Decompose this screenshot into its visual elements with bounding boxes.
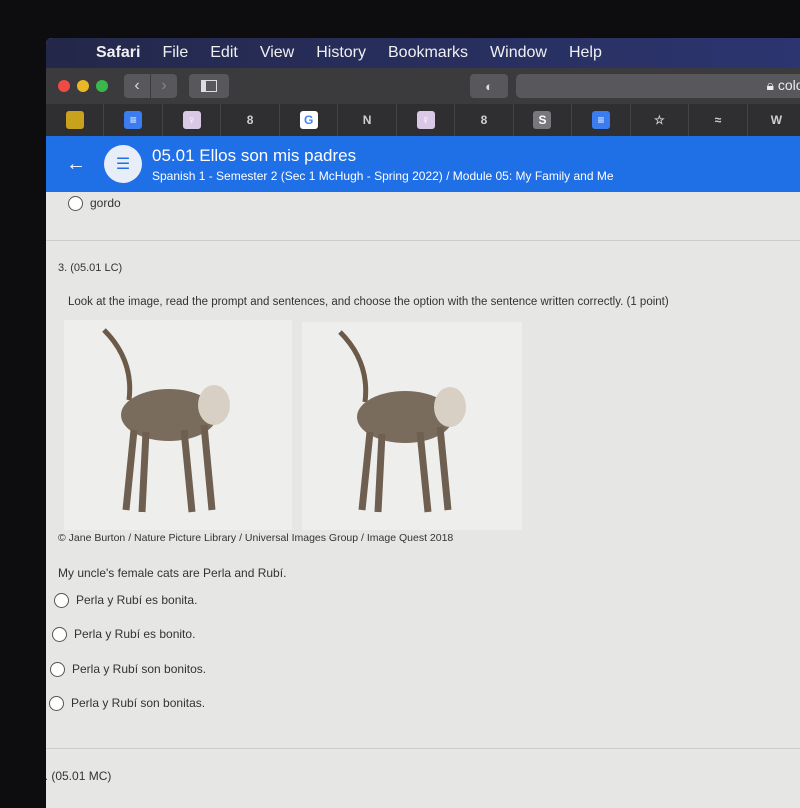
bookmark-google-icon[interactable]: G — [280, 104, 339, 136]
option-label: Perla y Rubí es bonita. — [76, 593, 198, 607]
radio-button[interactable] — [52, 627, 67, 643]
menu-file[interactable]: File — [162, 44, 188, 62]
lock-icon: 🔒︎ — [766, 77, 774, 93]
n-icon: N — [358, 111, 377, 129]
radio-button[interactable] — [50, 662, 65, 678]
ffa-emblem — [65, 111, 84, 129]
cat-photo — [102, 328, 230, 513]
radio-button[interactable] — [49, 696, 64, 712]
radio-button[interactable] — [54, 593, 69, 609]
question-sentence: My uncle's female cats are Perla and Rub… — [58, 566, 287, 580]
question-prompt: Look at the image, read the prompt and s… — [68, 296, 669, 308]
shoe-icon: ≈ — [708, 111, 727, 129]
bookmark-lightbulb-icon[interactable]: ♀ — [397, 104, 456, 136]
option-label: Perla y Rubí es bonito. — [74, 627, 196, 641]
menu-edit[interactable]: Edit — [210, 44, 238, 62]
docs-icon: ≡ — [124, 111, 143, 129]
cat-image-left — [64, 320, 292, 530]
zoom-button[interactable] — [96, 80, 108, 92]
option-label: Perla y Rubí son bonitos. — [72, 662, 207, 676]
google-icon: G — [299, 111, 318, 129]
chevron-left-icon: ‹ — [134, 77, 140, 94]
safari-toolbar: ‹ › ◐ 🔒︎ colora — [46, 68, 800, 104]
bookmark-ffa-emblem[interactable] — [46, 104, 105, 136]
bookmark-docs-icon[interactable]: ≡ — [572, 104, 631, 136]
bookmark-colorful-8-icon[interactable]: 8 — [455, 104, 514, 136]
cat-image-right — [302, 322, 522, 530]
colorful-8-icon: 8 — [241, 111, 260, 129]
menu-window[interactable]: Window — [490, 44, 547, 62]
bookmark-docs-icon[interactable]: ≡ — [104, 104, 163, 136]
bookmark-s-icon[interactable]: S — [514, 104, 573, 136]
docs-icon: ≡ — [591, 111, 610, 129]
menu-bookmarks[interactable]: Bookmarks — [388, 44, 468, 62]
radio-button[interactable] — [68, 196, 83, 212]
menu-history[interactable]: History — [316, 44, 366, 62]
answer-option-3[interactable]: Perla y Rubí son bonitos. — [50, 662, 207, 678]
menu-safari[interactable]: Safari — [96, 44, 140, 62]
back-arrow-icon[interactable]: ← — [66, 153, 86, 176]
bookmark-star-icon[interactable]: ☆ — [631, 104, 690, 136]
chevron-right-icon: › — [161, 77, 167, 94]
breadcrumb: Spanish 1 - Semester 2 (Sec 1 McHugh - S… — [152, 168, 614, 183]
bookmark-lightbulb-icon[interactable]: ♀ — [163, 104, 222, 136]
assignment-list-icon: ☰ — [104, 145, 142, 183]
menu-view[interactable]: View — [260, 44, 294, 62]
image-credit: © Jane Burton / Nature Picture Library /… — [58, 532, 454, 544]
lightbulb-icon: ♀ — [182, 111, 201, 129]
bookmark-n-icon[interactable]: N — [338, 104, 397, 136]
question-number: 3. (05.01 LC) — [58, 262, 123, 274]
option-label: gordo — [90, 196, 121, 210]
divider — [46, 240, 800, 241]
forward-button[interactable]: › — [151, 74, 177, 98]
answer-option-1[interactable]: Perla y Rubí es bonita. — [54, 593, 198, 609]
browser-screen: Safari File Edit View History Bookmarks … — [46, 38, 800, 808]
sidebar-toggle-button[interactable] — [189, 74, 229, 98]
bookmark-w-icon[interactable]: W — [748, 104, 800, 136]
menu-help[interactable]: Help — [569, 44, 602, 62]
mac-menubar: Safari File Edit View History Bookmarks … — [46, 38, 800, 68]
bookmark-shoe-icon[interactable]: ≈ — [689, 104, 748, 136]
address-bar[interactable]: 🔒︎ colora — [516, 74, 800, 98]
url-text: colora — [777, 77, 800, 93]
privacy-shield-button[interactable]: ◐ — [470, 74, 508, 98]
question-number: 4. (05.01 MC) — [46, 769, 112, 783]
minimize-button[interactable] — [77, 80, 89, 92]
option-label: Perla y Rubí son bonitas. — [71, 696, 206, 710]
back-button[interactable]: ‹ — [124, 74, 150, 98]
bookmark-colorful-8-icon[interactable]: 8 — [221, 104, 280, 136]
page-title: 05.01 Ellos son mis padres — [152, 145, 357, 165]
star-icon: ☆ — [650, 111, 669, 129]
cat-photo — [338, 330, 466, 513]
option-gordo[interactable]: gordo — [68, 196, 121, 212]
sidebar-icon — [201, 80, 217, 92]
close-button[interactable] — [58, 80, 70, 92]
answer-option-4[interactable]: Perla y Rubí son bonitas. — [49, 696, 206, 712]
divider — [46, 748, 800, 749]
favorites-bar: ≡ ♀ 8 G N ♀ 8 S ≡ ☆ ≈ W — [46, 104, 800, 136]
lightbulb-icon: ♀ — [416, 111, 435, 129]
shield-icon: ◐ — [485, 78, 493, 94]
w-icon: W — [767, 111, 786, 129]
s-icon: S — [533, 111, 552, 129]
answer-option-2[interactable]: Perla y Rubí es bonito. — [52, 627, 196, 643]
course-header: ← ☰ 05.01 Ellos son mis padres Spanish 1… — [46, 136, 800, 192]
colorful-8-icon: 8 — [475, 111, 494, 129]
